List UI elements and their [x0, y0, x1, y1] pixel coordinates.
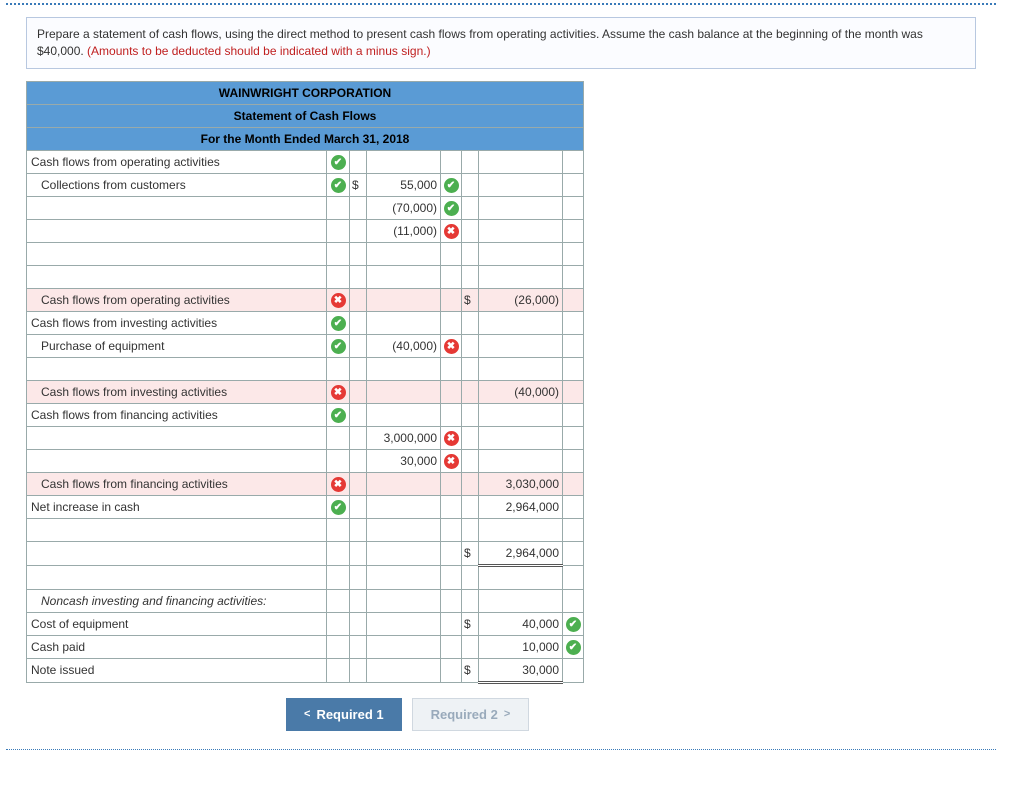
row-label[interactable]: Cash flows from investing activities [27, 311, 327, 334]
row-label[interactable] [27, 449, 327, 472]
row-label[interactable] [27, 426, 327, 449]
header-company: WAINWRIGHT CORPORATION [27, 81, 584, 104]
row-label[interactable]: Collections from customers [27, 173, 327, 196]
x-icon: ✖ [331, 293, 346, 308]
row-label[interactable]: Purchase of equipment [27, 334, 327, 357]
row-label[interactable] [27, 518, 327, 541]
row-label[interactable] [27, 242, 327, 265]
amount: (26,000) [479, 288, 563, 311]
x-icon: ✖ [444, 339, 459, 354]
check-icon: ✔ [331, 408, 346, 423]
instructions: Prepare a statement of cash flows, using… [26, 17, 976, 69]
currency: $ [462, 541, 479, 565]
row-label[interactable]: Cash flows from investing activities [27, 380, 327, 403]
amount: 30,000 [479, 658, 563, 682]
row-label[interactable]: Cash flows from financing activities [27, 403, 327, 426]
row-label[interactable]: Cost of equipment [27, 612, 327, 635]
amount-input[interactable]: 55,000 [367, 173, 441, 196]
button-label: Required 1 [316, 707, 383, 722]
x-icon: ✖ [331, 477, 346, 492]
check-icon: ✔ [331, 178, 346, 193]
currency: $ [462, 288, 479, 311]
currency: $ [350, 173, 367, 196]
x-icon: ✖ [444, 224, 459, 239]
row-label[interactable] [27, 265, 327, 288]
x-icon: ✖ [444, 431, 459, 446]
row-label[interactable]: Cash flows from operating activities [27, 150, 327, 173]
row-label[interactable] [27, 196, 327, 219]
amount-input[interactable]: 3,000,000 [367, 426, 441, 449]
amount-input[interactable]: (11,000) [367, 219, 441, 242]
row-label[interactable] [27, 565, 327, 589]
amount-input[interactable]: (40,000) [367, 334, 441, 357]
amount: 2,964,000 [479, 495, 563, 518]
amount-input[interactable]: 30,000 [367, 449, 441, 472]
row-label[interactable]: Cash flows from operating activities [27, 288, 327, 311]
row-label: Noncash investing and financing activiti… [27, 589, 327, 612]
chevron-left-icon: < [304, 708, 310, 720]
chevron-right-icon: > [504, 708, 510, 720]
row-label[interactable]: Cash flows from financing activities [27, 472, 327, 495]
row-label[interactable]: Cash paid [27, 635, 327, 658]
amount: (40,000) [479, 380, 563, 403]
required-1-button[interactable]: < Required 1 [286, 698, 402, 731]
check-icon: ✔ [331, 500, 346, 515]
currency: $ [462, 658, 479, 682]
amount-input[interactable]: 10,000 [479, 635, 563, 658]
check-icon: ✔ [331, 155, 346, 170]
header-period: For the Month Ended March 31, 2018 [27, 127, 584, 150]
check-icon: ✔ [566, 617, 581, 632]
button-label: Required 2 [431, 707, 498, 722]
x-icon: ✖ [444, 454, 459, 469]
check-icon: ✔ [444, 178, 459, 193]
check-icon: ✔ [444, 201, 459, 216]
check-icon: ✔ [331, 339, 346, 354]
row-label[interactable]: Net increase in cash [27, 495, 327, 518]
check-icon: ✔ [331, 316, 346, 331]
amount-input[interactable]: (70,000) [367, 196, 441, 219]
row-label[interactable]: Note issued [27, 658, 327, 682]
row-label[interactable] [27, 357, 327, 380]
row-label[interactable] [27, 541, 327, 565]
x-icon: ✖ [331, 385, 346, 400]
check-icon: ✔ [566, 640, 581, 655]
amount-input[interactable]: 40,000 [479, 612, 563, 635]
required-2-button[interactable]: Required 2 > [412, 698, 530, 731]
amount: 3,030,000 [479, 472, 563, 495]
currency: $ [462, 612, 479, 635]
header-title: Statement of Cash Flows [27, 104, 584, 127]
row-label[interactable] [27, 219, 327, 242]
instructions-warning: (Amounts to be deducted should be indica… [87, 44, 431, 58]
amount-total: 2,964,000 [479, 541, 563, 565]
cash-flow-table: WAINWRIGHT CORPORATION Statement of Cash… [26, 81, 584, 684]
